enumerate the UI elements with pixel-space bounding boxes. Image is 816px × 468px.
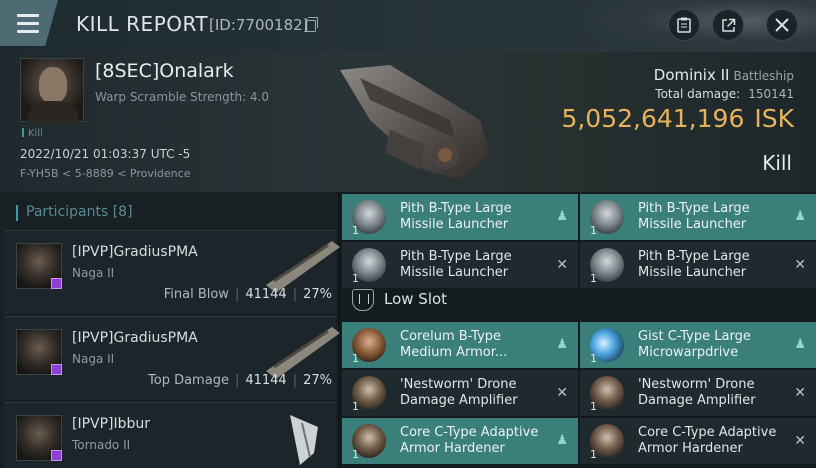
external-link-icon xyxy=(721,18,735,32)
fitting-modules: 1 Pith B-Type Large Missile Launcher ♟ 1… xyxy=(340,192,816,468)
victim-ship-image[interactable] xyxy=(330,60,500,185)
warp-scramble-strength: Warp Scramble Strength: 4.0 xyxy=(95,90,270,104)
title-bar: KILL REPORT [ID:7700182] xyxy=(0,0,816,52)
clipboard-icon xyxy=(677,17,691,33)
module-item[interactable]: 1 Gist C-Type Large Microwarpdrive ♟ xyxy=(580,322,816,368)
participants-header[interactable]: Participants [8] xyxy=(16,204,133,221)
page-title: KILL REPORT xyxy=(76,12,209,36)
x-icon: ✕ xyxy=(556,385,568,401)
victim-header: [8SEC]Onalark Warp Scramble Strength: 4.… xyxy=(0,52,816,192)
module-item[interactable]: 1 Pith B-Type Large Missile Launcher ♟ xyxy=(342,194,578,240)
participants-panel: Participants [8] [IPVP]GradiusPMA Naga I… xyxy=(0,192,340,468)
module-item[interactable]: 1 Core C-Type Adaptive Armor Hardener ✕ xyxy=(580,418,816,464)
kill-date: 2022/10/21 01:03:37 UTC -5 xyxy=(20,147,191,161)
module-item[interactable]: 1 'Nestworm' Drone Damage Amplifier ✕ xyxy=(342,370,578,416)
close-button[interactable] xyxy=(766,9,798,41)
participant-ship-image xyxy=(266,327,340,379)
module-item[interactable]: 1 Core C-Type Adaptive Armor Hardener ♟ xyxy=(342,418,578,464)
module-item[interactable]: 1 Corelum B-Type Medium Armor... ♟ xyxy=(342,322,578,368)
corp-badge-icon xyxy=(51,364,62,375)
participant-row[interactable]: [IPVP]Ibbur Tornado II xyxy=(4,402,336,468)
clipboard-button[interactable] xyxy=(668,9,700,41)
participant-ship: Naga II xyxy=(72,266,115,280)
person-icon: ♟ xyxy=(794,337,806,352)
external-link-button[interactable] xyxy=(712,9,744,41)
total-damage: Total damage: 150141 xyxy=(655,87,794,101)
menu-button[interactable] xyxy=(0,0,58,46)
ship-class: Battleship xyxy=(733,69,794,83)
module-item[interactable]: 1 Pith B-Type Large Missile Launcher ✕ xyxy=(342,242,578,288)
corp-badge-icon xyxy=(51,278,62,289)
person-icon: ♟ xyxy=(794,209,806,224)
copy-icon[interactable] xyxy=(305,17,318,32)
x-icon: ✕ xyxy=(794,385,806,401)
participant-portrait xyxy=(16,415,62,461)
corp-badge-icon xyxy=(51,450,62,461)
report-id: [ID:7700182] xyxy=(209,16,309,34)
participant-ship-image xyxy=(266,241,340,293)
participant-stats: Top Damage | 41144 | 27% xyxy=(148,373,332,388)
close-icon xyxy=(775,18,789,32)
participant-name: [IPVP]GradiusPMA xyxy=(72,244,198,260)
module-item[interactable]: 1 Pith B-Type Large Missile Launcher ✕ xyxy=(580,242,816,288)
victim-ship-name[interactable]: Dominix II Battleship xyxy=(654,66,794,84)
x-icon: ✕ xyxy=(794,433,806,449)
menu-icon xyxy=(17,14,39,33)
result-label: Kill xyxy=(762,151,792,175)
participant-name: [IPVP]Ibbur xyxy=(72,416,151,432)
participant-portrait xyxy=(16,243,62,289)
kill-tag: Kill xyxy=(22,128,43,139)
person-icon: ♟ xyxy=(556,337,568,352)
victim-portrait[interactable] xyxy=(20,58,84,123)
participant-row[interactable]: [IPVP]GradiusPMA Naga II Top Damage | 4114… xyxy=(4,316,340,400)
module-item[interactable]: 1 Pith B-Type Large Missile Launcher ♟ xyxy=(580,194,816,240)
person-icon: ♟ xyxy=(556,433,568,448)
kill-location[interactable]: F-YH5B < 5-8889 < Providence xyxy=(20,167,190,180)
participant-name: [IPVP]GradiusPMA xyxy=(72,330,198,346)
victim-name[interactable]: [8SEC]Onalark xyxy=(95,60,234,82)
participant-portrait xyxy=(16,329,62,375)
participant-ship: Tornado II xyxy=(72,438,131,452)
person-icon: ♟ xyxy=(556,209,568,224)
module-item[interactable]: 1 'Nestworm' Drone Damage Amplifier ✕ xyxy=(580,370,816,416)
x-icon: ✕ xyxy=(794,257,806,273)
x-icon: ✕ xyxy=(556,257,568,273)
isk-value: 5,052,641,196 ISK xyxy=(561,104,794,133)
low-slot-header: Low Slot xyxy=(352,286,812,316)
low-slot-icon xyxy=(352,289,374,311)
participant-row[interactable]: [IPVP]GradiusPMA Naga II Final Blow | 4114… xyxy=(4,230,340,314)
participant-ship: Naga II xyxy=(72,352,115,366)
participant-stats: Final Blow | 41144 | 27% xyxy=(163,287,332,302)
